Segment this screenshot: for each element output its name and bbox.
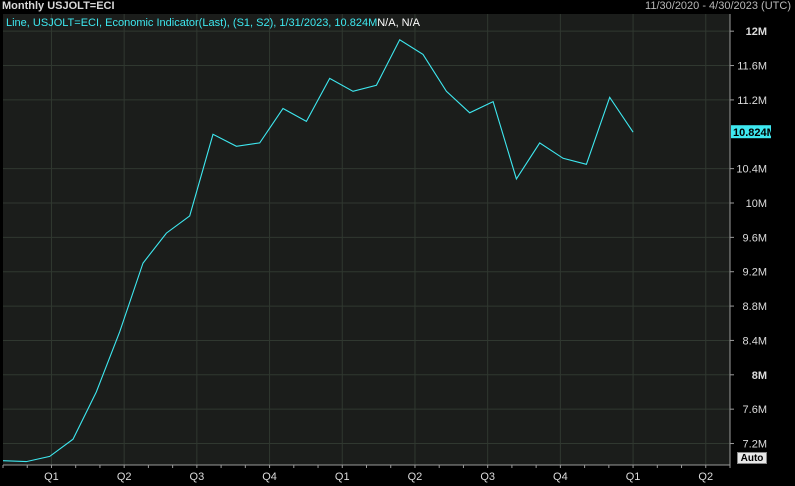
auto-scale-button[interactable]: Auto (737, 452, 767, 464)
y-tick-label: 9.6M (743, 232, 767, 244)
y-tick-label: 8M (752, 370, 767, 382)
x-tick-label: Q2 (698, 471, 713, 483)
x-tick-label: Q1 (335, 471, 350, 483)
y-tick-label: 12M (746, 26, 767, 38)
x-tick-label: Q1 (44, 471, 59, 483)
plot-area (3, 14, 730, 465)
last-value-label: 10.824M (733, 127, 776, 139)
x-tick-label: Q3 (190, 471, 205, 483)
x-tick-label: Q2 (408, 471, 423, 483)
x-tick-label: Q4 (262, 471, 277, 483)
series-legend[interactable]: Line, USJOLT=ECI, Economic Indicator(Las… (6, 17, 420, 29)
line-chart[interactable]: 12M 11.6M 11.2M 10.4M 10M 9.6M 9.2M 8.8M 8.4M 8M 7… (0, 0, 795, 486)
y-tick-label: 9.2M (743, 267, 767, 279)
x-tick-label: Q1 (626, 471, 641, 483)
x-tick-label: Q2 (117, 471, 132, 483)
y-tick-label: 7.6M (743, 404, 767, 416)
legend-extra-text: N/A, N/A (377, 17, 421, 29)
y-tick-label: 7.2M (743, 439, 767, 451)
y-tick-label: 10M (746, 198, 767, 210)
x-tick-label: Q3 (480, 471, 495, 483)
y-tick-label: 8.8M (743, 301, 767, 313)
y-tick-label: 11.2M (737, 95, 767, 107)
y-tick-label: 8.4M (743, 335, 767, 347)
y-tick-label: 11.6M (737, 61, 767, 73)
x-tick-label: Q4 (553, 471, 568, 483)
legend-series-text: Line, USJOLT=ECI, Economic Indicator(Las… (6, 17, 378, 29)
y-tick-label: 10.4M (736, 164, 767, 176)
